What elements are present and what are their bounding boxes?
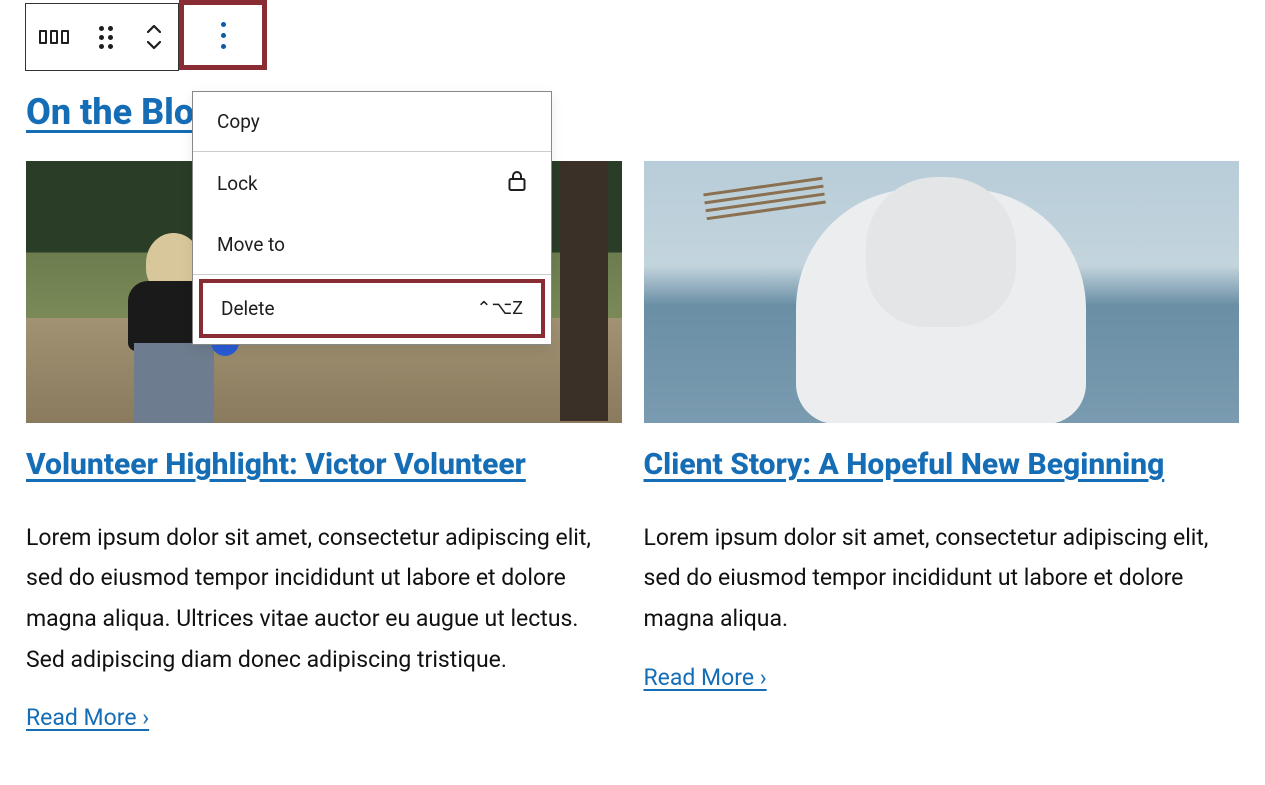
post-excerpt: Lorem ipsum dolor sit amet, consectetur … <box>26 518 622 681</box>
post-excerpt: Lorem ipsum dolor sit amet, consectetur … <box>644 518 1240 640</box>
block-toolbar <box>25 3 179 71</box>
menu-item-shortcut: ⌃⌥Z <box>476 298 523 319</box>
post-thumbnail[interactable] <box>644 161 1240 423</box>
menu-item-label: Delete <box>221 297 275 320</box>
drag-handle-button[interactable] <box>82 4 130 70</box>
columns-block-button[interactable] <box>26 4 82 70</box>
menu-item-label: Copy <box>217 110 260 133</box>
block-options-dropdown: Copy Lock Move to Delete ⌃⌥Z <box>192 91 552 345</box>
menu-divider <box>193 274 551 275</box>
section-heading-link[interactable]: On the Blog <box>26 91 215 133</box>
lock-icon <box>507 170 527 197</box>
post-title: Volunteer Highlight: Victor Volunteer <box>26 445 622 486</box>
menu-item-label: Lock <box>217 172 258 195</box>
move-vertical-icon <box>147 25 161 49</box>
read-more-link[interactable]: Read More › <box>644 664 767 691</box>
post-title-link[interactable]: Volunteer Highlight: Victor Volunteer <box>26 447 526 482</box>
read-more-link[interactable]: Read More › <box>26 704 149 731</box>
menu-item-copy[interactable]: Copy <box>193 92 551 151</box>
more-options-button[interactable] <box>179 0 267 70</box>
menu-item-delete[interactable]: Delete ⌃⌥Z <box>199 279 545 338</box>
menu-item-move-to[interactable]: Move to <box>193 215 551 274</box>
more-options-icon <box>221 22 226 49</box>
menu-item-lock[interactable]: Lock <box>193 152 551 215</box>
move-updown-button[interactable] <box>130 4 178 70</box>
menu-item-label: Move to <box>217 233 285 256</box>
post-title: Client Story: A Hopeful New Beginning <box>644 445 1240 486</box>
post-title-link[interactable]: Client Story: A Hopeful New Beginning <box>644 447 1165 482</box>
drag-handle-icon <box>99 26 113 49</box>
post-card: Client Story: A Hopeful New Beginning Lo… <box>644 161 1240 731</box>
read-more: Read More › <box>26 704 622 731</box>
read-more: Read More › <box>644 664 1240 691</box>
columns-icon <box>39 30 69 44</box>
